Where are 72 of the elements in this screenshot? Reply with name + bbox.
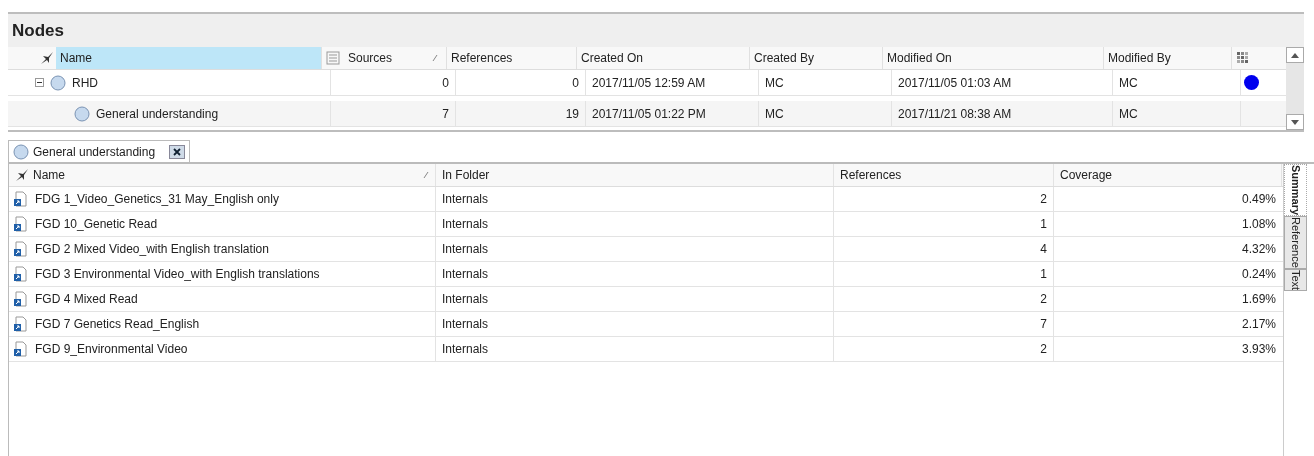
table-cell-text: Internals [442, 291, 489, 308]
table-cell-text: 2 [1040, 341, 1047, 358]
collapse-icon[interactable] [35, 78, 44, 87]
source-name[interactable]: FGD 2 Mixed Video_with English translation [35, 240, 269, 258]
table-cell-text: Internals [442, 241, 489, 258]
source-name[interactable]: FGD 7 Genetics Read_English [35, 315, 200, 333]
column-header[interactable]: In Folder [436, 164, 834, 186]
document-shortcut-icon [13, 341, 27, 357]
table-cell-text: 1 [1040, 216, 1047, 233]
table-cell-text: 7 [442, 105, 449, 123]
table-cell-text: Internals [442, 316, 489, 333]
side-tab[interactable]: Text [1284, 268, 1307, 292]
sort-icon [423, 171, 429, 179]
document-shortcut-icon [13, 291, 27, 307]
table-cell-text: 19 [565, 105, 579, 123]
scroll-up-icon[interactable] [1291, 52, 1299, 58]
source-name[interactable]: FGD 4 Mixed Read [35, 290, 138, 308]
table-cell-text: 1.69% [1241, 291, 1276, 308]
scrollbar[interactable] [1286, 47, 1304, 130]
source-name[interactable]: FGD 3 Environmental Video_with English translations [35, 265, 320, 283]
table-cell-text: Internals [442, 341, 489, 358]
table-cell-text: 1 [1040, 266, 1047, 283]
sources-icon [326, 51, 340, 65]
table-cell-text: MC [1119, 74, 1138, 92]
document-shortcut-icon [13, 216, 27, 232]
grid-icon[interactable] [1236, 51, 1250, 65]
node-icon [74, 105, 90, 122]
table-cell-text: 0 [442, 74, 449, 92]
table-cell-text: 2017/11/21 08:38 AM [898, 105, 1012, 123]
document-tab[interactable]: General understanding [8, 140, 191, 162]
node-name[interactable]: General understanding [96, 104, 219, 123]
table-cell-text: MC [1119, 105, 1138, 123]
node-icon [50, 74, 66, 91]
close-button[interactable] [169, 144, 186, 159]
table-cell-text: 2.17% [1241, 316, 1276, 333]
sort-icon [432, 54, 438, 62]
table-cell-text: 1.08% [1241, 216, 1276, 233]
node-name[interactable]: RHD [72, 73, 98, 92]
panel-title: Nodes [11, 19, 65, 42]
table-cell-text: 4.32% [1241, 241, 1276, 258]
side-tab[interactable]: Summary [1284, 164, 1307, 217]
table-cell-text: MC [765, 74, 784, 92]
table-cell-text: 0.24% [1241, 266, 1276, 283]
document-shortcut-icon [13, 191, 27, 207]
table-cell-text: 0 [572, 74, 579, 92]
source-name[interactable]: FDG 1_Video_Genetics_31 May_English only [35, 190, 279, 208]
document-shortcut-icon [13, 316, 27, 332]
node-icon [13, 143, 29, 160]
table-cell-text: 2 [1040, 191, 1047, 208]
column-header[interactable]: Name [9, 164, 436, 186]
column-header[interactable]: References [834, 164, 1054, 186]
scroll-down-icon[interactable] [1291, 119, 1299, 125]
table-cell-text: Internals [442, 266, 489, 283]
table-cell-text: Internals [442, 216, 489, 233]
table-cell-text: 2017/11/05 01:03 AM [898, 74, 1012, 92]
table-cell-text: 7 [1040, 316, 1047, 333]
source-name[interactable]: FGD 9_Environmental Video [35, 340, 188, 358]
table-cell-text: 3.93% [1241, 341, 1276, 358]
document-shortcut-icon [13, 241, 27, 257]
column-header[interactable]: Name [56, 47, 322, 69]
table-cell-text: 0.49% [1241, 191, 1276, 208]
source-name[interactable]: FGD 10_Genetic Read [35, 215, 158, 233]
document-shortcut-icon [13, 266, 27, 282]
table-cell-text: 4 [1040, 241, 1047, 258]
side-tab[interactable]: Reference [1284, 216, 1307, 269]
table-cell-text: 2017/11/05 12:59 AM [592, 74, 706, 92]
table-cell-text: MC [765, 105, 784, 123]
table-cell-text: Internals [442, 191, 489, 208]
table-cell-text: 2017/11/05 01:22 PM [592, 105, 706, 123]
close-icon [173, 147, 182, 156]
column-header[interactable]: Coverage [1054, 164, 1282, 186]
table-cell-text: 2 [1040, 291, 1047, 308]
